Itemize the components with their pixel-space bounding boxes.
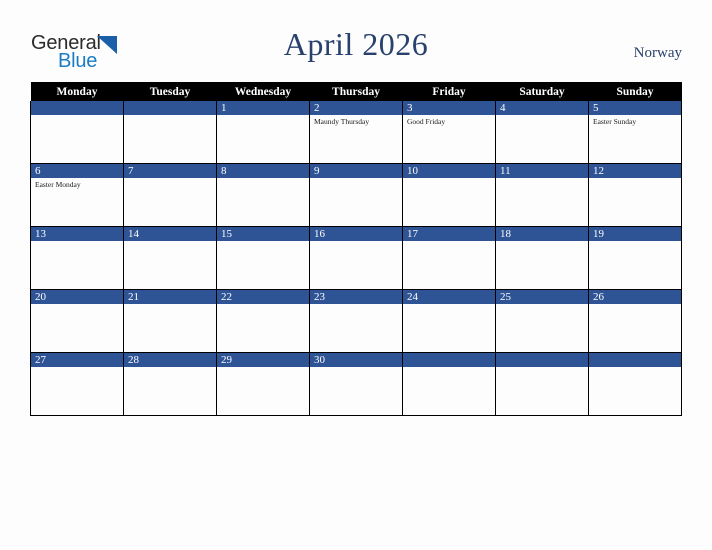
calendar-day-cell[interactable]: 13 <box>30 226 124 290</box>
weekday-header-sunday: Sunday <box>588 82 682 101</box>
calendar-day-cell[interactable]: 18 <box>495 226 589 290</box>
holiday-label: Easter Monday <box>35 180 81 189</box>
day-number: 10 <box>403 164 495 178</box>
day-number: 16 <box>310 227 402 241</box>
day-number: 12 <box>589 164 681 178</box>
day-number: 28 <box>124 353 216 367</box>
calendar-day-cell[interactable]: 5 Easter Sunday <box>588 101 682 164</box>
day-number <box>403 353 495 367</box>
weekday-header-tuesday: Tuesday <box>123 82 217 101</box>
weekday-header-row: Monday Tuesday Wednesday Thursday Friday… <box>30 82 682 101</box>
calendar-week-row: 1 2 Maundy Thursday 3 Good Friday 4 5 Easter Su… <box>30 101 682 164</box>
calendar-day-cell[interactable]: 17 <box>402 226 496 290</box>
day-number: 2 <box>310 101 402 115</box>
calendar-day-cell[interactable]: 30 <box>309 352 403 416</box>
calendar-day-cell[interactable]: 14 <box>123 226 217 290</box>
calendar-day-cell[interactable]: 27 <box>30 352 124 416</box>
calendar-day-cell[interactable] <box>123 101 217 164</box>
day-number: 17 <box>403 227 495 241</box>
calendar-day-cell[interactable]: 19 <box>588 226 682 290</box>
day-number: 6 <box>31 164 123 178</box>
day-number: 1 <box>217 101 309 115</box>
calendar-week-row: 27 28 29 30 <box>30 352 682 416</box>
calendar-day-cell[interactable]: 4 <box>495 101 589 164</box>
calendar-day-cell[interactable]: 16 <box>309 226 403 290</box>
calendar-day-cell[interactable]: 2 Maundy Thursday <box>309 101 403 164</box>
calendar-day-cell[interactable]: 29 <box>216 352 310 416</box>
calendar-day-cell[interactable]: 28 <box>123 352 217 416</box>
calendar-day-cell[interactable]: 20 <box>30 289 124 353</box>
day-number: 13 <box>31 227 123 241</box>
holiday-label: Maundy Thursday <box>314 117 370 126</box>
day-number <box>496 353 588 367</box>
calendar-day-cell[interactable]: 25 <box>495 289 589 353</box>
day-number: 8 <box>217 164 309 178</box>
holiday-label: Good Friday <box>407 117 446 126</box>
day-number: 5 <box>589 101 681 115</box>
day-number: 23 <box>310 290 402 304</box>
day-number: 24 <box>403 290 495 304</box>
day-number <box>589 353 681 367</box>
calendar-day-cell[interactable] <box>402 352 496 416</box>
calendar-day-cell[interactable]: 7 <box>123 163 217 227</box>
calendar-day-cell[interactable]: 12 <box>588 163 682 227</box>
calendar-day-cell[interactable] <box>588 352 682 416</box>
calendar-week-row: 6 Easter Monday 7 8 9 10 11 12 <box>30 163 682 227</box>
day-number: 19 <box>589 227 681 241</box>
calendar-day-cell[interactable]: 23 <box>309 289 403 353</box>
weekday-header-monday: Monday <box>30 82 124 101</box>
calendar-day-cell[interactable]: 10 <box>402 163 496 227</box>
day-number: 11 <box>496 164 588 178</box>
calendar-day-cell[interactable]: 9 <box>309 163 403 227</box>
calendar-day-cell[interactable]: 1 <box>216 101 310 164</box>
calendar-day-cell[interactable]: 3 Good Friday <box>402 101 496 164</box>
calendar-day-cell[interactable] <box>495 352 589 416</box>
page-header: General Blue April 2026 Norway <box>0 0 712 82</box>
day-number: 21 <box>124 290 216 304</box>
holiday-label: Easter Sunday <box>593 117 637 126</box>
weekday-header-thursday: Thursday <box>309 82 403 101</box>
calendar-week-row: 13 14 15 16 17 18 19 <box>30 226 682 290</box>
calendar-day-cell[interactable]: 22 <box>216 289 310 353</box>
day-number: 29 <box>217 353 309 367</box>
calendar-day-cell[interactable]: 24 <box>402 289 496 353</box>
day-number: 3 <box>403 101 495 115</box>
weekday-header-friday: Friday <box>402 82 496 101</box>
calendar-day-cell[interactable] <box>30 101 124 164</box>
day-number: 9 <box>310 164 402 178</box>
calendar-week-row: 20 21 22 23 24 25 26 <box>30 289 682 353</box>
day-number: 26 <box>589 290 681 304</box>
day-number: 14 <box>124 227 216 241</box>
calendar-day-cell[interactable]: 8 <box>216 163 310 227</box>
weekday-header-saturday: Saturday <box>495 82 589 101</box>
day-number <box>31 101 123 115</box>
day-number <box>124 101 216 115</box>
country-label: Norway <box>633 45 682 61</box>
calendar-day-cell[interactable]: 26 <box>588 289 682 353</box>
weekday-header-wednesday: Wednesday <box>216 82 310 101</box>
day-number: 30 <box>310 353 402 367</box>
day-number: 20 <box>31 290 123 304</box>
calendar-body: 1 2 Maundy Thursday 3 Good Friday 4 5 Easter Su… <box>30 101 682 416</box>
day-number: 4 <box>496 101 588 115</box>
day-number: 22 <box>217 290 309 304</box>
calendar-day-cell[interactable]: 15 <box>216 226 310 290</box>
page-title: April 2026 <box>283 26 429 62</box>
day-number: 25 <box>496 290 588 304</box>
calendar-grid: Monday Tuesday Wednesday Thursday Friday… <box>30 82 682 416</box>
calendar-day-cell[interactable]: 11 <box>495 163 589 227</box>
day-number: 15 <box>217 227 309 241</box>
day-number: 18 <box>496 227 588 241</box>
calendar-day-cell[interactable]: 6 Easter Monday <box>30 163 124 227</box>
day-number: 7 <box>124 164 216 178</box>
day-number: 27 <box>31 353 123 367</box>
calendar-day-cell[interactable]: 21 <box>123 289 217 353</box>
